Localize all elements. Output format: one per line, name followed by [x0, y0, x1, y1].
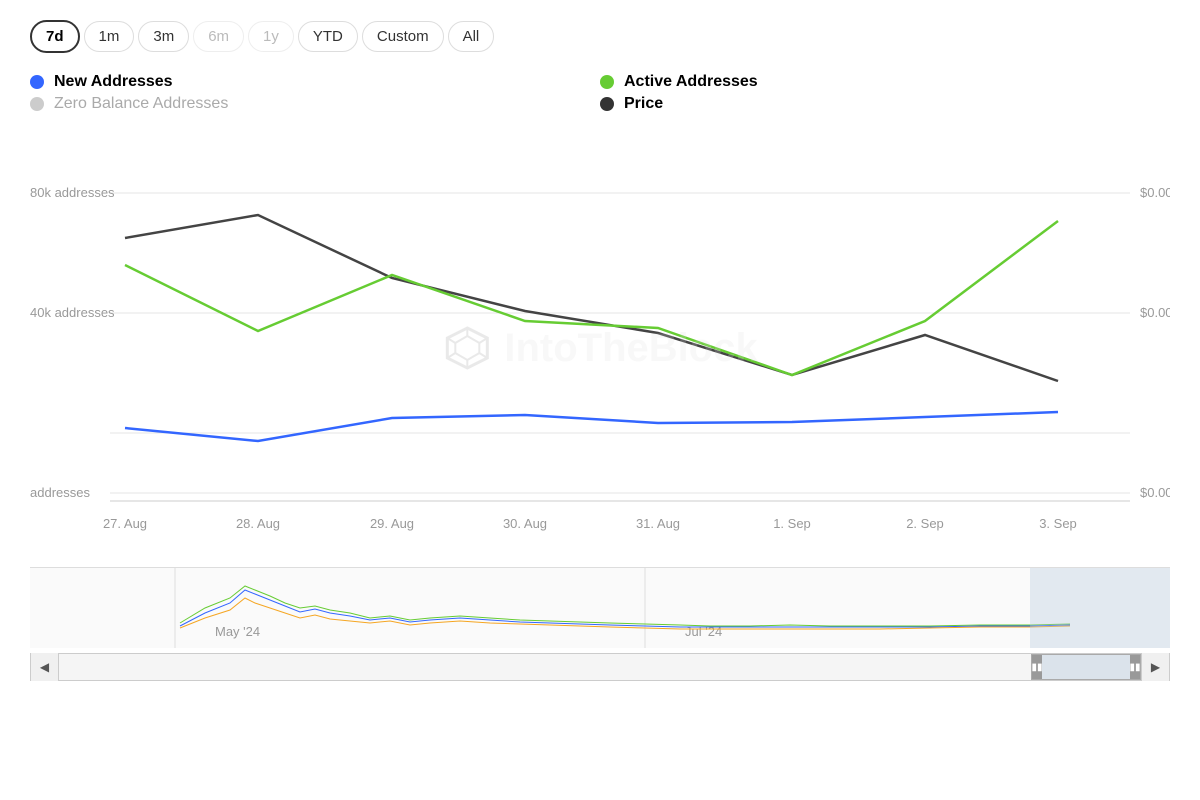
navigator: May '24 Jul '24 ◀ ▮▮ ▮▮ [30, 567, 1170, 677]
scroll-left-button[interactable]: ◀ [31, 653, 59, 681]
legend-price: Price [600, 95, 1170, 113]
scroll-right-button[interactable]: ▶ [1141, 653, 1169, 681]
legend-label-zero-balance: Zero Balance Addresses [54, 95, 228, 113]
btn-all[interactable]: All [448, 21, 495, 52]
chart-legend: New Addresses Active Addresses Zero Bala… [30, 73, 1170, 113]
legend-new-addresses: New Addresses [30, 73, 600, 91]
legend-dot-active-addresses [600, 75, 614, 89]
btn-1m[interactable]: 1m [84, 21, 135, 52]
legend-dot-zero-balance [30, 97, 44, 111]
svg-text:31. Aug: 31. Aug [636, 516, 680, 531]
legend-label-active-addresses: Active Addresses [624, 73, 758, 91]
legend-dot-new-addresses [30, 75, 44, 89]
legend-zero-balance: Zero Balance Addresses [30, 95, 600, 113]
handle-left-icon: ▮▮ [1032, 662, 1043, 673]
price-line [125, 215, 1058, 381]
btn-custom[interactable]: Custom [362, 21, 444, 52]
svg-text:30. Aug: 30. Aug [503, 516, 547, 531]
svg-text:$0.007800: $0.007800 [1140, 305, 1170, 320]
svg-text:May '24: May '24 [215, 624, 260, 639]
svg-text:80k addresses: 80k addresses [30, 185, 115, 200]
scroll-selection[interactable]: ▮▮ ▮▮ [1031, 654, 1141, 680]
btn-7d[interactable]: 7d [30, 20, 80, 53]
navigator-scrollbar: ◀ ▮▮ ▮▮ ▶ [30, 653, 1170, 681]
main-container: 7d 1m 3m 6m 1y YTD Custom All New Addres… [0, 0, 1200, 800]
active-addresses-line [125, 221, 1058, 375]
legend-active-addresses: Active Addresses [600, 73, 1170, 91]
svg-text:28. Aug: 28. Aug [236, 516, 280, 531]
svg-text:$0.006600: $0.006600 [1140, 485, 1170, 500]
main-chart: IntoTheBlock 80k addresses 40k addresses… [30, 133, 1170, 563]
navigator-svg: May '24 Jul '24 [30, 568, 1170, 648]
svg-text:29. Aug: 29. Aug [370, 516, 414, 531]
svg-text:addresses: addresses [30, 485, 90, 500]
legend-label-new-addresses: New Addresses [54, 73, 173, 91]
btn-6m[interactable]: 6m [193, 21, 244, 52]
scroll-track[interactable]: ▮▮ ▮▮ [59, 654, 1141, 680]
svg-text:2. Sep: 2. Sep [906, 516, 944, 531]
btn-1y[interactable]: 1y [248, 21, 294, 52]
time-range-selector: 7d 1m 3m 6m 1y YTD Custom All [30, 20, 1170, 53]
handle-right-icon: ▮▮ [1130, 662, 1141, 673]
new-addresses-line [125, 412, 1058, 441]
legend-dot-price [600, 97, 614, 111]
scroll-handle-right[interactable]: ▮▮ [1130, 655, 1140, 679]
svg-text:$0.009000: $0.009000 [1140, 185, 1170, 200]
svg-text:3. Sep: 3. Sep [1039, 516, 1077, 531]
btn-3m[interactable]: 3m [138, 21, 189, 52]
btn-ytd[interactable]: YTD [298, 21, 358, 52]
svg-text:1. Sep: 1. Sep [773, 516, 811, 531]
svg-text:40k addresses: 40k addresses [30, 305, 115, 320]
scroll-handle-left[interactable]: ▮▮ [1032, 655, 1042, 679]
svg-text:27. Aug: 27. Aug [103, 516, 147, 531]
legend-label-price: Price [624, 95, 663, 113]
chart-svg: 80k addresses 40k addresses addresses $0… [30, 133, 1170, 563]
